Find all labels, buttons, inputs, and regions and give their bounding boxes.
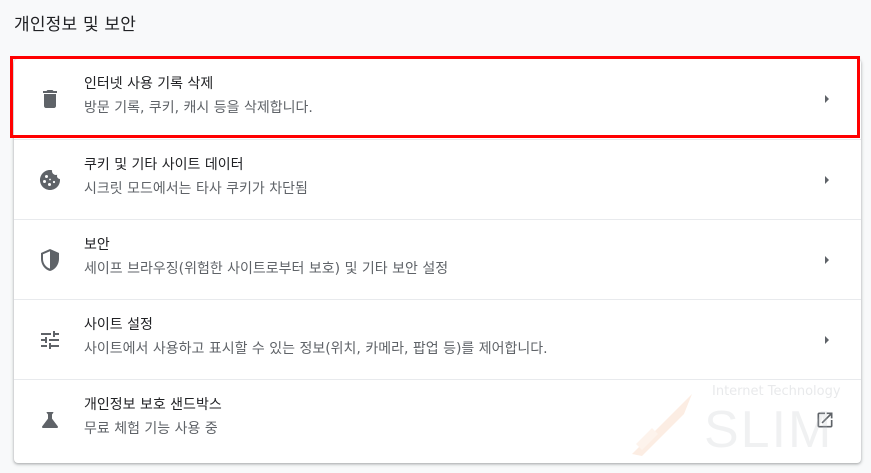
chevron-right-icon[interactable]	[819, 91, 835, 107]
row-description: 사이트에서 사용하고 표시할 수 있는 정보(위치, 카메라, 팝업 등)를 제…	[84, 341, 548, 357]
row-description: 무료 체험 기능 사용 중	[84, 421, 218, 437]
row-privacy-sandbox[interactable]: 개인정보 보호 샌드박스 무료 체험 기능 사용 중	[14, 379, 861, 459]
row-security[interactable]: 보안 세이프 브라우징(위험한 사이트로부터 보호) 및 기타 보안 설정	[14, 219, 861, 299]
open-external-icon[interactable]	[815, 410, 835, 430]
chevron-right-icon[interactable]	[819, 332, 835, 348]
cookie-icon	[38, 168, 62, 192]
row-label: 쿠키 및 기타 사이트 데이터	[84, 157, 244, 173]
row-description: 세이프 브라우징(위험한 사이트로부터 보호) 및 기타 보안 설정	[84, 261, 449, 277]
shield-icon	[38, 248, 62, 272]
flask-icon	[38, 408, 62, 432]
row-description: 방문 기록, 쿠키, 캐시 등을 삭제합니다.	[84, 100, 313, 116]
chevron-right-icon[interactable]	[819, 172, 835, 188]
row-clear-browsing-data[interactable]: 인터넷 사용 기록 삭제 방문 기록, 쿠키, 캐시 등을 삭제합니다.	[14, 59, 861, 139]
settings-page: 개인정보 및 보안 인터넷 사용 기록 삭제 방문 기록, 쿠키, 캐시 등을 …	[0, 0, 871, 473]
privacy-security-card: 인터넷 사용 기록 삭제 방문 기록, 쿠키, 캐시 등을 삭제합니다. 쿠키 …	[14, 59, 861, 463]
sliders-icon	[38, 328, 62, 352]
row-label: 인터넷 사용 기록 삭제	[84, 76, 214, 92]
row-site-settings[interactable]: 사이트 설정 사이트에서 사용하고 표시할 수 있는 정보(위치, 카메라, 팝…	[14, 299, 861, 379]
section-title: 개인정보 및 보안	[14, 15, 137, 35]
trash-icon	[38, 87, 62, 111]
row-cookies[interactable]: 쿠키 및 기타 사이트 데이터 시크릿 모드에서는 타사 쿠키가 차단됨	[14, 139, 861, 219]
row-label: 보안	[84, 237, 110, 253]
row-label: 개인정보 보호 샌드박스	[84, 397, 222, 413]
row-description: 시크릿 모드에서는 타사 쿠키가 차단됨	[84, 181, 308, 197]
chevron-right-icon[interactable]	[819, 252, 835, 268]
row-label: 사이트 설정	[84, 317, 153, 333]
